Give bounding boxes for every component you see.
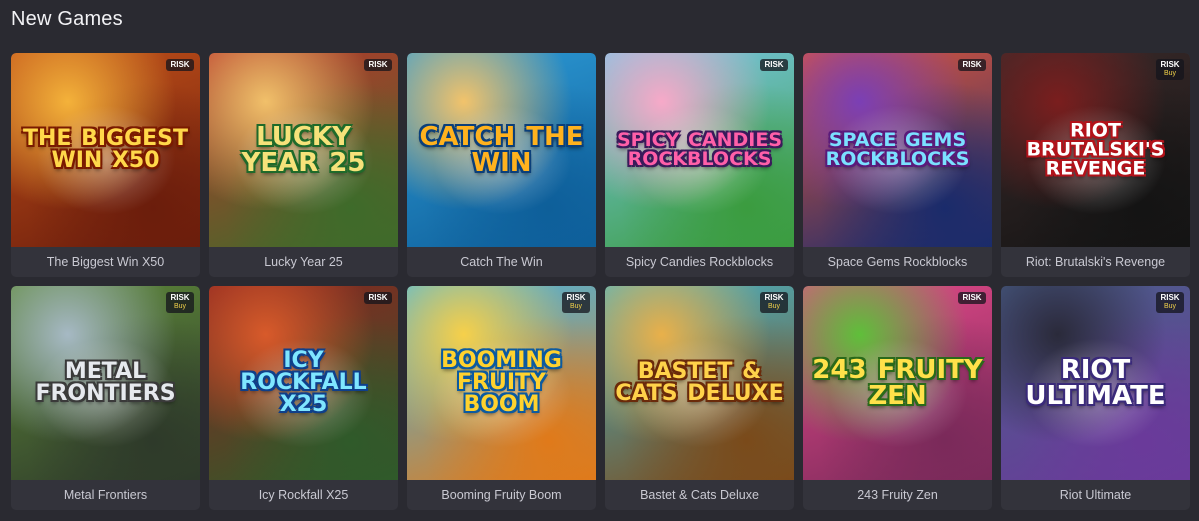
game-title[interactable]: Catch The Win: [407, 247, 596, 277]
game-card-booming-fruity-boom[interactable]: Booming Fruity Boom RISK Buy Booming Frui…: [407, 286, 596, 510]
game-title[interactable]: Bastet & Cats Deluxe: [605, 480, 794, 510]
risk-badge-label: RISK: [764, 293, 784, 302]
game-logo: Bastet & Cats Deluxe: [615, 359, 784, 406]
risk-badge: RISK Buy: [1156, 292, 1184, 313]
risk-badge: RISK: [364, 59, 392, 71]
risk-badge-label: RISK: [1160, 293, 1180, 302]
game-title[interactable]: Lucky Year 25: [209, 247, 398, 277]
game-card-riot-brutalskis-revenge[interactable]: Riot Brutalski's Revenge RISK Buy Riot: B…: [1001, 53, 1190, 277]
risk-badge-label: RISK: [170, 60, 190, 69]
risk-badge-label: RISK: [368, 293, 388, 302]
game-logo: Riot Ultimate: [1025, 355, 1166, 411]
games-grid: The Biggest Win X50 RISK The Biggest Win…: [11, 53, 1190, 510]
risk-badge: RISK Buy: [166, 292, 194, 313]
risk-badge: RISK: [958, 292, 986, 304]
buy-badge-label: Buy: [1163, 70, 1177, 77]
game-card-spicy-candies-rockblocks[interactable]: Spicy Candies Rockblocks RISK Spicy Cand…: [605, 53, 794, 277]
game-card-bastet-and-cats-deluxe[interactable]: Bastet & Cats Deluxe RISK Buy Bastet & Ca…: [605, 286, 794, 510]
game-title[interactable]: Space Gems Rockblocks: [803, 247, 992, 277]
risk-badge: RISK: [166, 59, 194, 71]
section-title: New Games: [11, 8, 123, 30]
game-thumbnail[interactable]: Bastet & Cats Deluxe RISK Buy: [605, 286, 794, 480]
game-card-riot-ultimate[interactable]: Riot Ultimate RISK Buy Riot Ultimate: [1001, 286, 1190, 510]
risk-badge-label: RISK: [764, 60, 784, 69]
game-card-space-gems-rockblocks[interactable]: Space Gems Rockblocks RISK Space Gems Ro…: [803, 53, 992, 277]
game-title[interactable]: 243 Fruity Zen: [803, 480, 992, 510]
game-title[interactable]: Metal Frontiers: [11, 480, 200, 510]
risk-badge-label: RISK: [170, 293, 190, 302]
buy-badge-label: Buy: [569, 303, 583, 310]
game-card-icy-rockfall-x25[interactable]: Icy Rockfall X25 RISK Icy Rockfall X25: [209, 286, 398, 510]
game-logo: Riot Brutalski's Revenge: [1026, 119, 1165, 180]
game-thumbnail[interactable]: Lucky Year 25 RISK: [209, 53, 398, 247]
buy-badge-label: Buy: [1163, 303, 1177, 310]
risk-badge: RISK: [760, 59, 788, 71]
game-thumbnail[interactable]: Metal Frontiers RISK Buy: [11, 286, 200, 480]
game-logo: Metal Frontiers: [35, 359, 176, 406]
game-logo: Lucky Year 25: [241, 122, 366, 178]
game-card-metal-frontiers[interactable]: Metal Frontiers RISK Buy Metal Frontiers: [11, 286, 200, 510]
risk-badge-label: RISK: [368, 60, 388, 69]
game-logo: Catch The Win: [419, 122, 584, 178]
risk-badge: RISK Buy: [760, 292, 788, 313]
game-logo: The Biggest Win X50: [22, 126, 189, 173]
game-logo: Spicy Candies Rockblocks: [616, 129, 783, 170]
game-thumbnail[interactable]: Riot Brutalski's Revenge RISK Buy: [1001, 53, 1190, 247]
game-title[interactable]: Booming Fruity Boom: [407, 480, 596, 510]
buy-badge-label: Buy: [173, 303, 187, 310]
risk-badge: RISK: [364, 292, 392, 304]
game-thumbnail[interactable]: Space Gems Rockblocks RISK: [803, 53, 992, 247]
game-thumbnail[interactable]: Spicy Candies Rockblocks RISK: [605, 53, 794, 247]
game-card-243-fruity-zen[interactable]: 243 Fruity Zen RISK 243 Fruity Zen: [803, 286, 992, 510]
game-title[interactable]: The Biggest Win X50: [11, 247, 200, 277]
game-thumbnail[interactable]: The Biggest Win X50 RISK: [11, 53, 200, 247]
game-title[interactable]: Riot: Brutalski's Revenge: [1001, 247, 1190, 277]
risk-badge-label: RISK: [962, 60, 982, 69]
game-logo: Booming Fruity Boom: [441, 348, 562, 417]
game-thumbnail[interactable]: 243 Fruity Zen RISK: [803, 286, 992, 480]
game-title[interactable]: Icy Rockfall X25: [209, 480, 398, 510]
risk-badge: RISK: [958, 59, 986, 71]
game-title[interactable]: Spicy Candies Rockblocks: [605, 247, 794, 277]
game-card-catch-the-win[interactable]: Catch The Win Catch The Win: [407, 53, 596, 277]
game-logo: 243 Fruity Zen: [812, 355, 983, 411]
risk-badge-label: RISK: [962, 293, 982, 302]
risk-badge-label: RISK: [1160, 60, 1180, 69]
game-thumbnail[interactable]: Riot Ultimate RISK Buy: [1001, 286, 1190, 480]
game-logo: Space Gems Rockblocks: [825, 129, 970, 170]
game-card-lucky-year-25[interactable]: Lucky Year 25 RISK Lucky Year 25: [209, 53, 398, 277]
game-card-the-biggest-win-x50[interactable]: The Biggest Win X50 RISK The Biggest Win…: [11, 53, 200, 277]
game-thumbnail[interactable]: Icy Rockfall X25 RISK: [209, 286, 398, 480]
risk-badge: RISK Buy: [562, 292, 590, 313]
game-thumbnail[interactable]: Catch The Win: [407, 53, 596, 247]
risk-badge-label: RISK: [566, 293, 586, 302]
buy-badge-label: Buy: [767, 303, 781, 310]
game-thumbnail[interactable]: Booming Fruity Boom RISK Buy: [407, 286, 596, 480]
game-logo: Icy Rockfall X25: [240, 348, 367, 417]
risk-badge: RISK Buy: [1156, 59, 1184, 80]
game-title[interactable]: Riot Ultimate: [1001, 480, 1190, 510]
